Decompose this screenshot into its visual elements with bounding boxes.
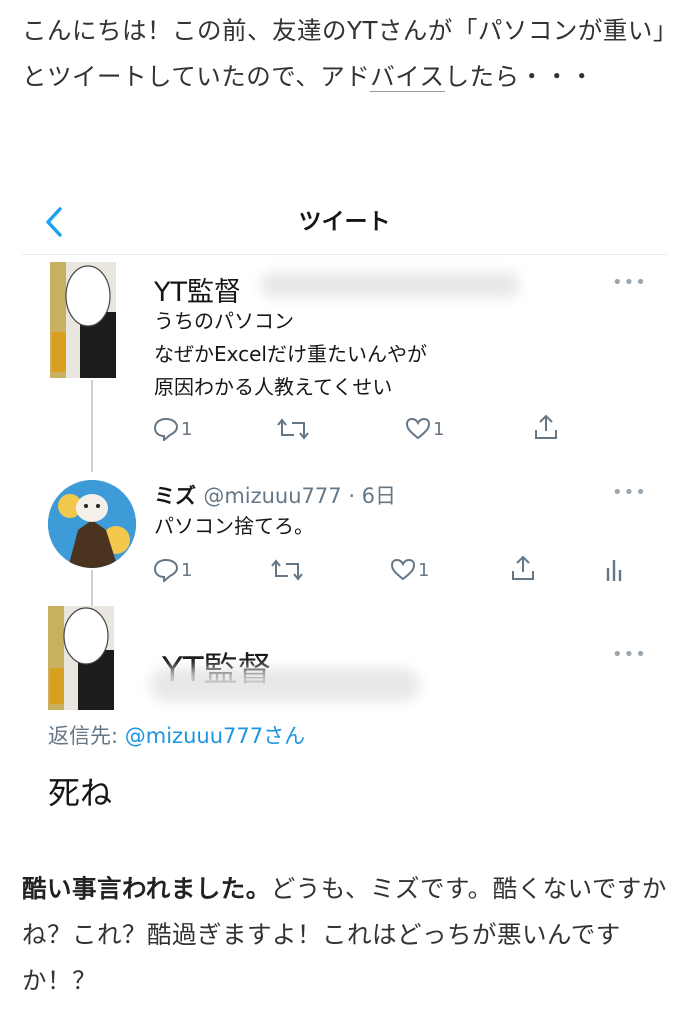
intro-paragraph: こんにちは！この前、友達のYTさんが「パソコンが重い」とツイートしていたので、ア… [22, 8, 672, 100]
like-count: 1 [418, 559, 430, 581]
tweet1-text: うちのパソコン なぜかExcelだけ重たいんやが 原因わかる人教えてくせい [154, 305, 427, 404]
outro-paragraph: 酷い事言われました。どうも、ミズです。酷くないですかね？これ？酷過ぎますよ！これ… [22, 866, 672, 1004]
intro-link[interactable]: バイス [370, 62, 445, 92]
reply-button[interactable]: 1 [153, 558, 192, 582]
like-icon [405, 417, 431, 440]
reply-count: 1 [181, 418, 193, 440]
reply-icon [153, 417, 179, 441]
tweet-header: ツイート [22, 188, 667, 255]
tweet1-line: なぜかExcelだけ重たいんやが [154, 342, 427, 366]
tweet1-name: YT監督 [154, 277, 241, 308]
avatar-yt[interactable] [50, 262, 116, 378]
more-icon[interactable]: ••• [612, 482, 647, 503]
share-button[interactable] [533, 413, 559, 441]
tweet2-name-row: ミズ @mizuuu777 · 6日 [154, 480, 396, 510]
analytics-button[interactable] [604, 556, 624, 582]
reply-icon [153, 558, 179, 582]
tweet2-handle[interactable]: @mizuuu777 · 6日 [203, 484, 396, 508]
tweet2-name: ミズ [154, 484, 196, 508]
retweet-icon [271, 559, 303, 581]
like-count: 1 [433, 418, 445, 440]
share-icon [512, 555, 534, 580]
thread-line [91, 570, 93, 610]
blurred-handle [150, 668, 420, 702]
like-button[interactable]: 1 [405, 417, 444, 441]
thread-line [91, 380, 93, 472]
tweet1-line: 原因わかる人教えてくせい [154, 375, 393, 399]
intro-text-2: したら・・・ [444, 62, 595, 91]
avatar-mizu[interactable] [48, 480, 136, 568]
tweet1-line: うちのパソコン [154, 309, 294, 333]
retweet-icon [277, 418, 309, 440]
more-icon[interactable]: ••• [612, 644, 647, 665]
outro-bold: 酷い事言われました。 [22, 874, 271, 903]
avatar-yt[interactable] [48, 606, 114, 710]
like-button[interactable]: 1 [390, 558, 429, 582]
tweet2-text: パソコン捨てろ。 [154, 514, 314, 538]
share-button[interactable] [510, 554, 536, 582]
reply-count: 1 [181, 559, 193, 581]
reply-to-label: 返信先: [48, 724, 125, 748]
header-title: ツイート [298, 209, 391, 235]
tweet3-text: 死ね [48, 774, 113, 812]
retweet-button[interactable] [276, 417, 310, 441]
analytics-icon [606, 560, 622, 581]
reply-to-line: 返信先: @mizuuu777さん [48, 720, 305, 750]
like-icon [390, 558, 416, 581]
reply-button[interactable]: 1 [153, 417, 192, 441]
share-icon [535, 414, 557, 439]
blurred-handle [260, 272, 520, 298]
more-icon[interactable]: ••• [612, 272, 647, 293]
reply-mention[interactable]: @mizuuu777さん [125, 724, 305, 748]
retweet-button[interactable] [270, 558, 304, 582]
